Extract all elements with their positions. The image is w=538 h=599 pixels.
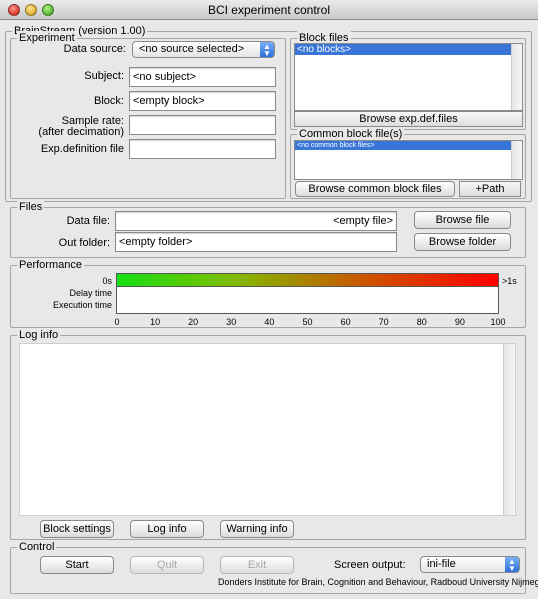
block-files-item[interactable]: <no blocks> <box>295 44 511 55</box>
performance-tick: 20 <box>188 317 199 327</box>
performance-tick: 0 <box>114 317 120 327</box>
common-block-item[interactable]: <no common block files> <box>295 141 511 150</box>
log-text-area[interactable] <box>19 343 516 516</box>
performance-tick: 100 <box>490 317 506 327</box>
data-source-select[interactable]: <no source selected> ▲ ▼ <box>132 41 275 58</box>
performance-tick: 70 <box>378 317 389 327</box>
data-file-label: Data file: <box>66 215 110 227</box>
zoom-icon[interactable] <box>42 4 54 16</box>
browse-folder-button[interactable]: Browse folder <box>414 233 511 251</box>
out-folder-label: Out folder: <box>58 237 110 249</box>
screen-output-value: ini-file <box>427 558 456 570</box>
browse-file-button[interactable]: Browse file <box>414 211 511 229</box>
sample-rate-label: Sample rate: (after decimation) <box>18 116 124 138</box>
screen-output-select[interactable]: ini-file ▲ ▼ <box>420 556 520 573</box>
sample-rate-label-line2: (after decimation) <box>38 126 124 138</box>
out-folder-field[interactable]: <empty folder> <box>115 232 397 252</box>
block-label: Block: <box>94 95 124 107</box>
log-info-button[interactable]: Log info <box>130 520 204 538</box>
expdef-file-field[interactable] <box>129 139 276 159</box>
performance-tick: 90 <box>454 317 465 327</box>
block-field[interactable]: <empty block> <box>129 91 276 111</box>
minimize-icon[interactable] <box>25 4 37 16</box>
exit-button[interactable]: Exit <box>220 556 294 574</box>
performance-tick: 30 <box>226 317 237 327</box>
up-down-arrows-icon: ▲ ▼ <box>260 42 274 58</box>
control-legend: Control <box>17 540 57 554</box>
start-button[interactable]: Start <box>40 556 114 574</box>
performance-tick: 80 <box>416 317 427 327</box>
log-legend: Log info <box>17 328 61 342</box>
performance-tick: 50 <box>302 317 313 327</box>
block-files-list[interactable]: <no blocks> <box>294 43 523 111</box>
data-source-label: Data source: <box>63 43 126 55</box>
performance-tick: 40 <box>264 317 275 327</box>
performance-tick: 10 <box>150 317 161 327</box>
block-settings-button[interactable]: Block settings <box>40 520 114 538</box>
close-icon[interactable] <box>8 4 20 16</box>
log-scrollbar[interactable] <box>503 344 515 515</box>
browse-common-block-button[interactable]: Browse common block files <box>295 181 455 197</box>
common-block-scrollbar[interactable] <box>511 141 522 179</box>
subject-label: Subject: <box>84 70 124 82</box>
performance-plot-area <box>116 287 499 314</box>
browse-expdef-button[interactable]: Browse exp.def.files <box>294 111 523 127</box>
institution-footer: Donders Institute for Brain, Cognition a… <box>218 577 538 587</box>
performance-legend: Performance <box>17 258 84 272</box>
screen-output-label: Screen output: <box>334 559 406 571</box>
data-source-value: <no source selected> <box>139 43 245 55</box>
sample-rate-field[interactable] <box>129 115 276 135</box>
warning-info-button[interactable]: Warning info <box>220 520 294 538</box>
data-file-field[interactable]: <empty file> <box>115 211 397 231</box>
files-legend: Files <box>17 200 45 214</box>
perf-label-execution: Execution time <box>52 300 112 310</box>
performance-gradient-bar <box>116 273 499 287</box>
block-files-scrollbar[interactable] <box>511 44 522 110</box>
perf-scale-end-label: >1s <box>502 276 517 286</box>
quit-button[interactable]: Quit <box>130 556 204 574</box>
subject-field[interactable]: <no subject> <box>129 67 276 87</box>
add-path-button[interactable]: +Path <box>459 181 521 197</box>
expdef-file-label: Exp.definition file <box>40 143 124 155</box>
window-title: BCI experiment control <box>207 3 331 17</box>
performance-tick: 60 <box>340 317 351 327</box>
window-titlebar: BCI experiment control <box>0 0 538 20</box>
common-block-legend: Common block file(s) <box>297 127 405 141</box>
common-block-list[interactable]: <no common block files> <box>294 140 523 180</box>
up-down-arrows-icon: ▲ ▼ <box>505 557 519 573</box>
